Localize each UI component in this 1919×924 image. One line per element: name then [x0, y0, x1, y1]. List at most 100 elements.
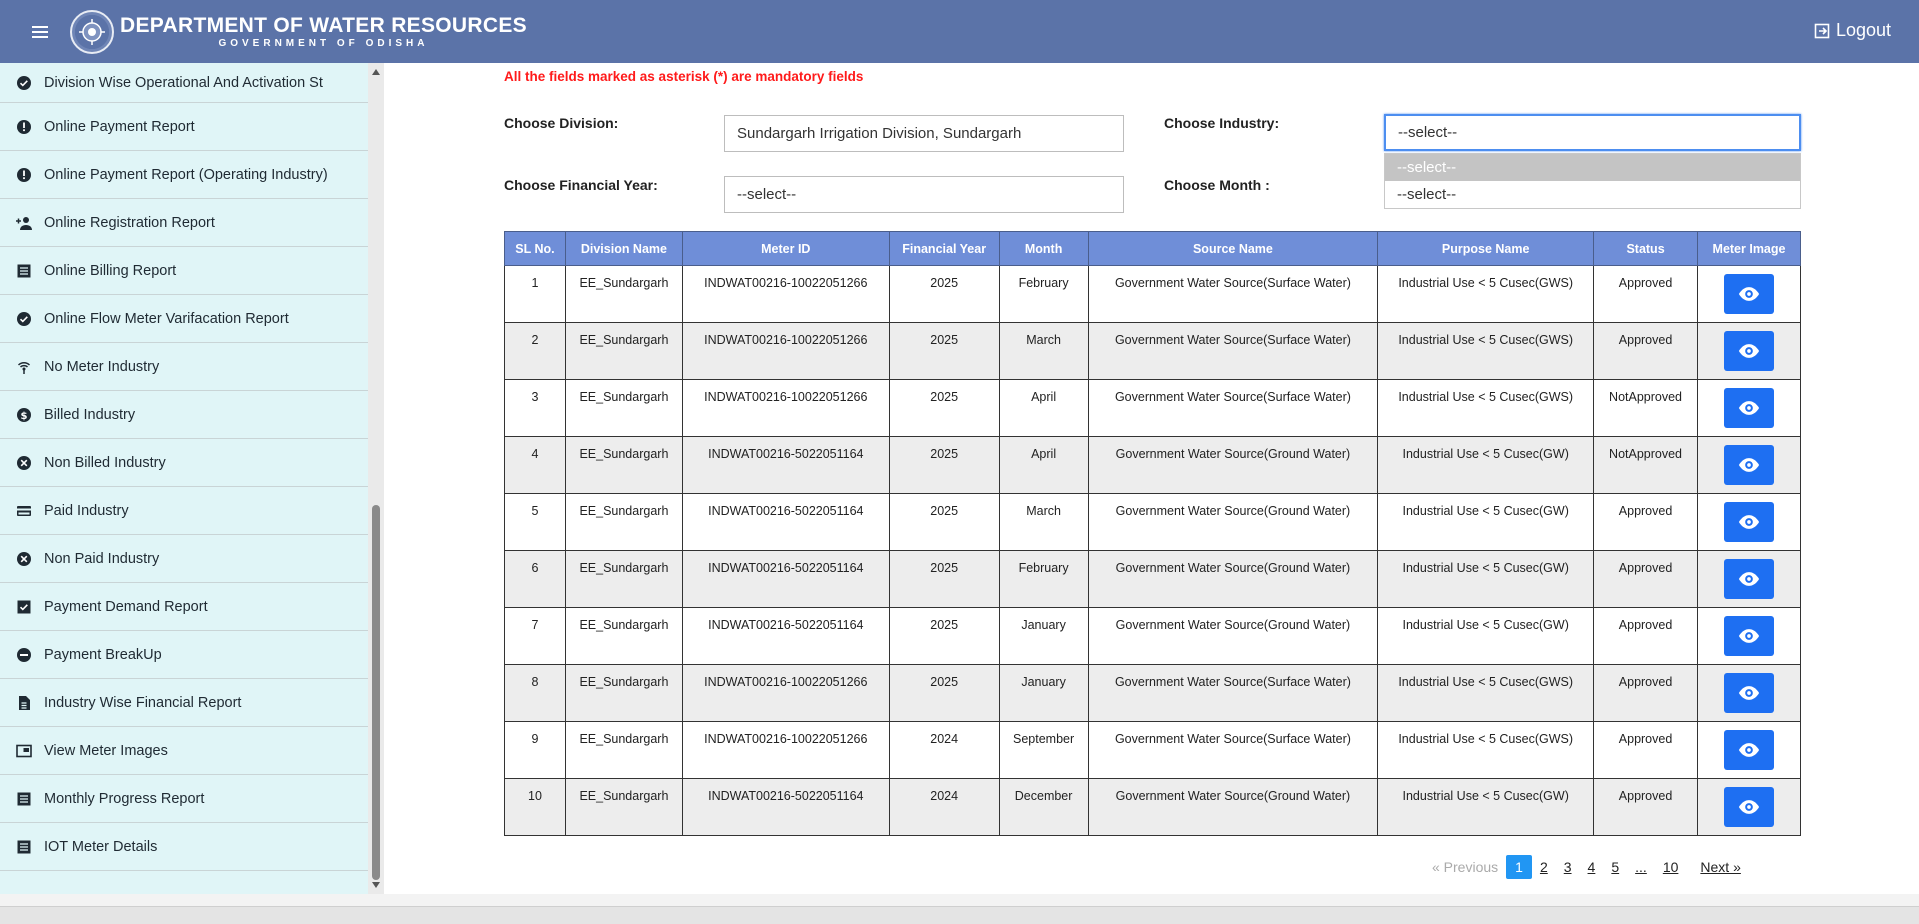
table-cell: INDWAT00216-10022051266: [681, 265, 890, 323]
table-cell: 2: [504, 322, 566, 380]
scroll-up-arrow[interactable]: [372, 69, 380, 75]
sidebar-item-label: Industry Wise Financial Report: [44, 694, 242, 711]
industry-option[interactable]: --select--: [1385, 154, 1800, 181]
hamburger-menu-button[interactable]: [20, 12, 60, 52]
logout-icon: [1814, 23, 1830, 38]
svg-text:$: $: [21, 411, 28, 422]
table-row: 5 EE_Sundargarh INDWAT00216-5022051164 2025…: [504, 493, 1801, 551]
sidebar-item-online-payment-report-operating-industry[interactable]: Online Payment Report (Operating Industr…: [0, 151, 368, 199]
table-cell: December: [998, 778, 1089, 836]
scroll-down-arrow[interactable]: [372, 882, 380, 888]
view-meter-image-button[interactable]: [1724, 502, 1774, 542]
column-header: Meter Image: [1697, 231, 1801, 266]
hamburger-icon: [32, 30, 48, 33]
table-cell: Industrial Use < 5 Cusec(GW): [1377, 607, 1595, 665]
sidebar-item-non-paid-industry[interactable]: Non Paid Industry: [0, 535, 368, 583]
minus-circle-icon: [16, 647, 32, 663]
view-meter-image-button[interactable]: [1724, 787, 1774, 827]
table-row: 1 EE_Sundargarh INDWAT00216-10022051266 202…: [504, 265, 1801, 323]
sidebar-scrollbar[interactable]: [368, 63, 384, 894]
logout-button[interactable]: Logout: [1814, 20, 1891, 41]
sidebar-item-billed-industry[interactable]: $ Billed Industry: [0, 391, 368, 439]
table-cell: 2025: [888, 493, 1000, 551]
table-cell: Government Water Source(Ground Water): [1087, 778, 1379, 836]
sidebar-item-online-billing-report[interactable]: Online Billing Report: [0, 247, 368, 295]
industry-select[interactable]: --select--: [1384, 114, 1801, 151]
table-cell: EE_Sundargarh: [564, 664, 683, 722]
sidebar-item-iot-meter-details[interactable]: IOT Meter Details: [0, 823, 368, 871]
document-icon: [16, 695, 32, 711]
table-cell: February: [998, 265, 1089, 323]
page-link[interactable]: 2: [1532, 855, 1556, 879]
sidebar-item-label: No Meter Industry: [44, 358, 160, 375]
check-circle-icon: [16, 311, 32, 327]
view-meter-image-button[interactable]: [1724, 388, 1774, 428]
table-cell: April: [998, 436, 1089, 494]
table-cell: Industrial Use < 5 Cusec(GWS): [1377, 322, 1595, 380]
sidebar-item-label: Payment BreakUp: [44, 646, 162, 663]
table-row: 9 EE_Sundargarh INDWAT00216-10022051266 202…: [504, 721, 1801, 779]
view-meter-image-button[interactable]: [1724, 673, 1774, 713]
division-select[interactable]: Sundargarh Irrigation Division, Sundarga…: [724, 115, 1124, 152]
view-meter-image-button[interactable]: [1724, 559, 1774, 599]
page-link[interactable]: 5: [1603, 855, 1627, 879]
page-ellipsis[interactable]: ...: [1627, 855, 1655, 879]
table-cell: Government Water Source(Surface Water): [1087, 664, 1379, 722]
page-link[interactable]: 3: [1556, 855, 1580, 879]
sidebar-item-label: IOT Meter Details: [44, 838, 158, 855]
page-link[interactable]: 1: [1506, 855, 1532, 879]
sidebar-item-division-wise-operational-and-activation-st[interactable]: Division Wise Operational And Activation…: [0, 63, 368, 103]
table-cell: 2025: [888, 664, 1000, 722]
table-row: 6 EE_Sundargarh INDWAT00216-5022051164 2025…: [504, 550, 1801, 608]
table-cell: 4: [504, 436, 566, 494]
table-cell: INDWAT00216-5022051164: [681, 778, 890, 836]
table-cell: EE_Sundargarh: [564, 379, 683, 437]
sidebar-item-online-flow-meter-varifacation-report[interactable]: Online Flow Meter Varifacation Report: [0, 295, 368, 343]
view-meter-image-button[interactable]: [1724, 274, 1774, 314]
view-meter-image-button[interactable]: [1724, 445, 1774, 485]
table-cell: Approved: [1593, 607, 1699, 665]
month-label: Choose Month :: [1164, 177, 1270, 193]
sidebar-item-label: Non Billed Industry: [44, 454, 166, 471]
page-link[interactable]: 4: [1580, 855, 1604, 879]
sidebar-item-label: Online Payment Report (Operating Industr…: [44, 166, 328, 183]
page-link[interactable]: 10: [1655, 855, 1687, 879]
sidebar-item-view-meter-images[interactable]: View Meter Images: [0, 727, 368, 775]
column-header: Purpose Name: [1377, 231, 1595, 266]
table-cell: 2025: [888, 379, 1000, 437]
view-meter-image-button[interactable]: [1724, 331, 1774, 371]
industry-option[interactable]: --select--: [1385, 181, 1800, 208]
sidebar-item-no-meter-industry[interactable]: No Meter Industry: [0, 343, 368, 391]
table-cell: NotApproved: [1593, 379, 1699, 437]
sidebar-item-payment-demand-report[interactable]: Payment Demand Report: [0, 583, 368, 631]
next-page-button[interactable]: Next »: [1692, 855, 1748, 879]
table-header-row: SL No. Division Name Meter ID Financial Yea…: [504, 231, 1801, 266]
view-meter-image-button[interactable]: [1724, 616, 1774, 656]
table-cell: Government Water Source(Ground Water): [1087, 550, 1379, 608]
sidebar-item-payment-breakup[interactable]: Payment BreakUp: [0, 631, 368, 679]
eye-icon: [1738, 629, 1760, 643]
table-cell: January: [998, 607, 1089, 665]
table-cell: INDWAT00216-5022051164: [681, 550, 890, 608]
sidebar-item-non-billed-industry[interactable]: Non Billed Industry: [0, 439, 368, 487]
sidebar-item-online-payment-report[interactable]: Online Payment Report: [0, 103, 368, 151]
meter-image-cell: [1697, 493, 1801, 551]
column-header: Month: [998, 231, 1089, 266]
table-cell: Industrial Use < 5 Cusec(GWS): [1377, 379, 1595, 437]
eye-icon: [1738, 515, 1760, 529]
table-cell: 10: [504, 778, 566, 836]
column-header: Source Name: [1087, 231, 1379, 266]
sidebar-item-paid-industry[interactable]: Paid Industry: [0, 487, 368, 535]
view-meter-image-button[interactable]: [1724, 730, 1774, 770]
list-icon: [16, 839, 32, 855]
sidebar-item-monthly-progress-report[interactable]: Monthly Progress Report: [0, 775, 368, 823]
eye-icon: [1738, 800, 1760, 814]
table-cell: Approved: [1593, 778, 1699, 836]
list-icon: [16, 791, 32, 807]
sidebar-item-online-registration-report[interactable]: Online Registration Report: [0, 199, 368, 247]
signal-icon: [16, 359, 32, 375]
financial-year-select[interactable]: --select--: [724, 176, 1124, 213]
scroll-thumb[interactable]: [372, 505, 380, 880]
sidebar-item-industry-wise-financial-report[interactable]: Industry Wise Financial Report: [0, 679, 368, 727]
previous-page-button[interactable]: « Previous: [1424, 855, 1506, 879]
